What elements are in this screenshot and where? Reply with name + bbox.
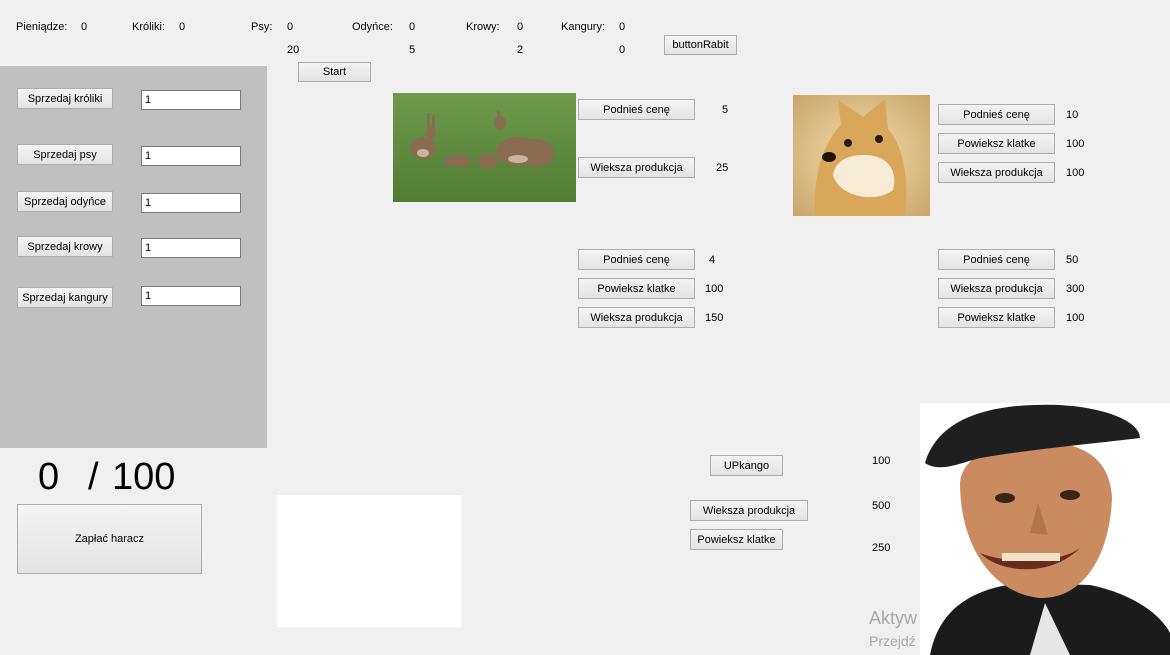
rabbit-raise-price-value: 5 <box>722 104 729 116</box>
sell-rabbits-qty-input[interactable] <box>141 90 241 110</box>
dog-raise-price-value: 10 <box>1066 109 1079 121</box>
watermark-line1: Aktyw <box>869 608 918 628</box>
boar-production-value: 150 <box>705 312 724 324</box>
portrait-image <box>920 403 1170 655</box>
boar-cage-value: 100 <box>705 283 724 295</box>
rabbits-value: 0 <box>179 21 186 33</box>
boar-raise-price-button[interactable]: Podnieś cenę <box>578 249 695 270</box>
dog-cage-button[interactable]: Powieksz klatke <box>938 133 1055 154</box>
sell-cows-qty-input[interactable] <box>141 238 241 258</box>
dog-production-button[interactable]: Wieksza produkcja <box>938 162 1055 183</box>
kangaroos-label: Kangury: <box>561 21 606 33</box>
boar-production-button[interactable]: Wieksza produkcja <box>578 307 695 328</box>
kangaroo-up-value: 100 <box>872 455 891 467</box>
money-label: Pieniądze: <box>16 21 68 33</box>
dog-cage-value: 100 <box>1066 138 1085 150</box>
progress-current: 0 <box>38 456 60 498</box>
sell-dogs-button[interactable]: Sprzedaj psy <box>17 144 113 165</box>
dog-production-value: 100 <box>1066 167 1085 179</box>
cow-cage-button[interactable]: Powieksz klatke <box>938 307 1055 328</box>
sell-cows-button[interactable]: Sprzedaj krowy <box>17 236 113 257</box>
cow-production-value: 300 <box>1066 283 1085 295</box>
start-button[interactable]: Start <box>298 62 371 82</box>
dogs-label: Psy: <box>251 21 273 33</box>
kangaroo-production-value: 500 <box>872 500 891 512</box>
kangaroo-cage-value: 250 <box>872 542 891 554</box>
rabbit-raise-price-button[interactable]: Podnieś cenę <box>578 99 695 120</box>
sell-kangaroos-button[interactable]: Sprzedaj kangury <box>17 287 113 308</box>
cows-value: 0 <box>517 21 524 33</box>
sell-boars-button[interactable]: Sprzedaj odyńce <box>17 191 113 212</box>
dog-image <box>793 95 930 216</box>
button-rabit[interactable]: buttonRabit <box>664 35 737 55</box>
cow-raise-price-button[interactable]: Podnieś cenę <box>938 249 1055 270</box>
boars-sub-value: 5 <box>409 44 416 56</box>
kangaroo-cage-button[interactable]: Powieksz klatke <box>690 529 783 550</box>
empty-picture-box <box>277 495 461 627</box>
boars-label: Odyńce: <box>352 21 393 33</box>
cow-cage-value: 100 <box>1066 312 1085 324</box>
cows-sub-value: 2 <box>517 44 524 56</box>
sell-panel: Sprzedaj króliki Sprzedaj psy Sprzedaj o… <box>0 66 267 448</box>
kangaroo-production-button[interactable]: Wieksza produkcja <box>690 500 808 521</box>
progress-separator: / <box>88 456 99 498</box>
sell-dogs-qty-input[interactable] <box>141 146 241 166</box>
cow-raise-price-value: 50 <box>1066 254 1079 266</box>
dogs-sub-value: 20 <box>287 44 300 56</box>
dogs-value: 0 <box>287 21 294 33</box>
kangaroos-sub-value: 0 <box>619 44 626 56</box>
rabbit-production-value: 25 <box>716 162 729 174</box>
sell-kangaroos-qty-input[interactable] <box>141 286 241 306</box>
kangaroos-value: 0 <box>619 21 626 33</box>
sell-rabbits-button[interactable]: Sprzedaj króliki <box>17 88 113 109</box>
progress-goal: 100 <box>112 456 176 498</box>
cow-production-button[interactable]: Wieksza produkcja <box>938 278 1055 299</box>
boar-raise-price-value: 4 <box>709 254 716 266</box>
rabbits-image <box>393 93 576 202</box>
kangaroo-up-button[interactable]: UPkango <box>710 455 783 476</box>
pay-tribute-button[interactable]: Zapłać haracz <box>17 504 202 574</box>
sell-boars-qty-input[interactable] <box>141 193 241 213</box>
watermark-line2: Przejdź <box>869 633 916 649</box>
dog-raise-price-button[interactable]: Podnieś cenę <box>938 104 1055 125</box>
cows-label: Krowy: <box>466 21 500 33</box>
money-value: 0 <box>81 21 88 33</box>
rabbit-production-button[interactable]: Wieksza produkcja <box>578 157 695 178</box>
boars-value: 0 <box>409 21 416 33</box>
boar-cage-button[interactable]: Powieksz klatke <box>578 278 695 299</box>
rabbits-label: Króliki: <box>132 21 166 33</box>
